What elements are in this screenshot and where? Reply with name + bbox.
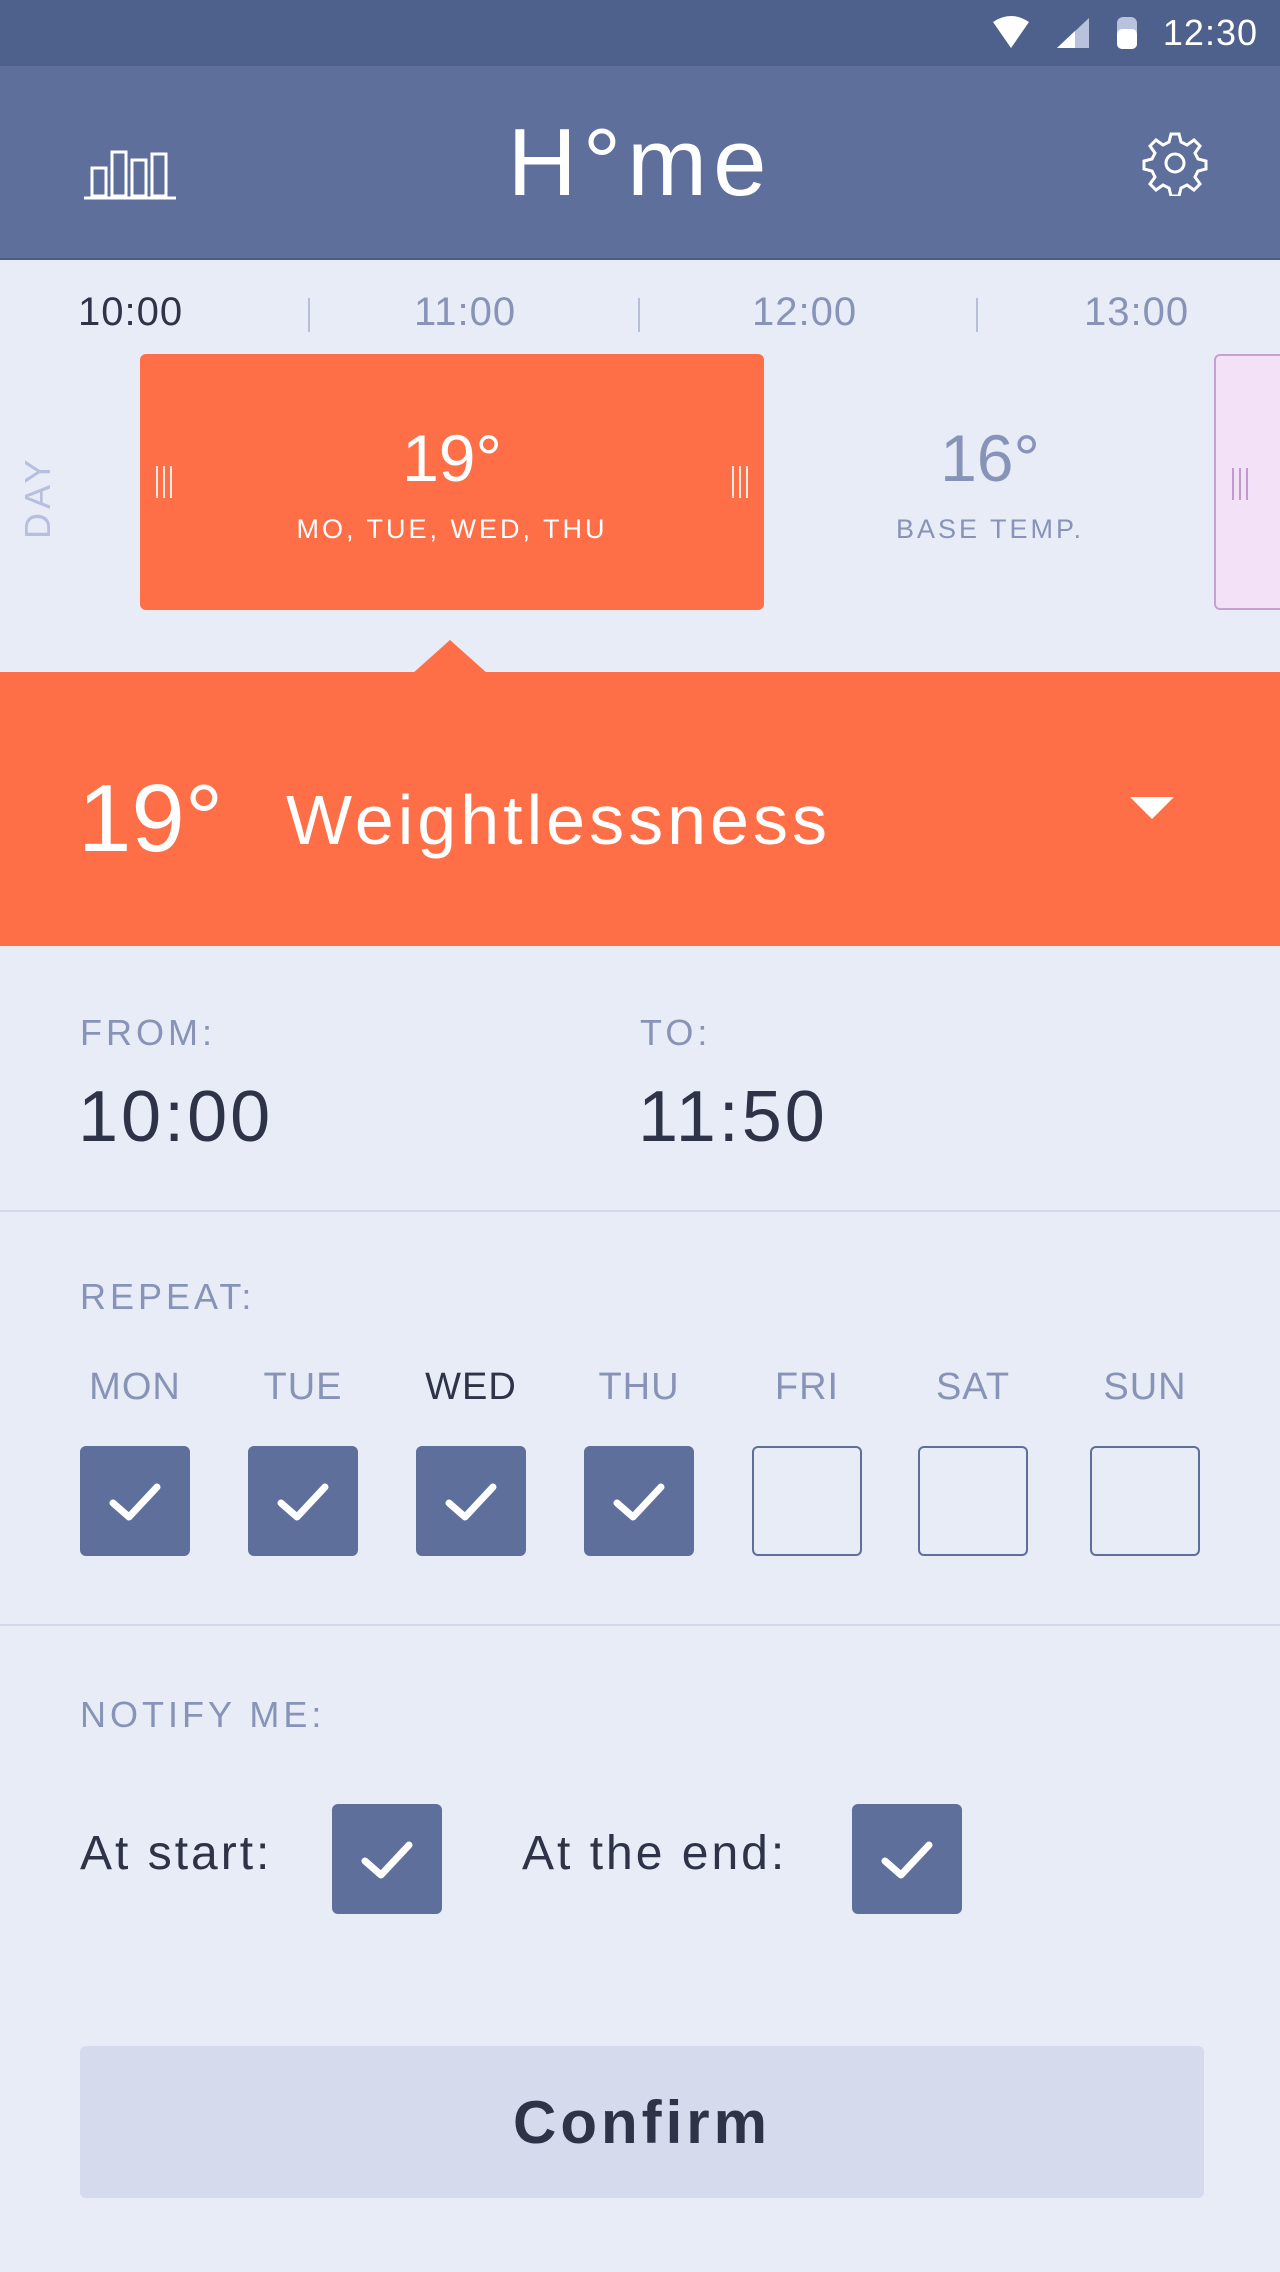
wifi-icon [992,16,1029,48]
day-name: TUE [263,1366,343,1408]
gear-icon [1142,132,1208,198]
check-icon [361,1841,413,1879]
selected-temperature: 19° [78,765,224,872]
day-name: THU [598,1366,680,1408]
selected-preset-name: Weightlessness [286,781,831,859]
drag-handle-right[interactable] [732,466,748,498]
checkbox-thu[interactable] [584,1446,694,1556]
at-start-checkbox-wrap [332,1804,442,1914]
to-time-field[interactable]: 11:50 [638,1076,828,1158]
day-name: FRI [774,1366,840,1408]
at-end-checkbox[interactable] [852,1804,962,1914]
check-icon [881,1841,933,1879]
status-bar: 12:30 [0,0,1280,66]
day-mon: MON [80,1366,190,1556]
timeline-tick: 10:00 [78,290,184,334]
block-days: MO, TUE, WED, THU [296,514,608,544]
check-icon [109,1483,161,1521]
day-fri: FRI [752,1366,862,1556]
block-temperature: 19° [402,421,502,495]
at-end-label: At the end: [522,1827,788,1880]
day-name: MON [89,1366,181,1408]
day-name: SUN [1103,1366,1187,1408]
repeat-label: REPEAT: [80,1276,256,1317]
checkbox-tue[interactable] [248,1446,358,1556]
day-sun: SUN [1090,1366,1200,1556]
from-time-field[interactable]: 10:00 [78,1076,273,1158]
caret-down-icon [1130,797,1174,819]
app-title: H°me [507,109,773,216]
tick-separator [976,298,978,332]
day-row-label: DAY [17,455,58,539]
checkbox-sat[interactable] [918,1446,1028,1556]
drag-handle-left[interactable] [1232,468,1248,500]
day-thu: THU [584,1366,694,1556]
check-icon [277,1483,329,1521]
schedule-block-active[interactable]: 19° MO, TUE, WED, THU [140,354,764,610]
confirm-button[interactable]: Confirm [80,2046,1204,2198]
from-label: FROM: [80,1012,216,1053]
notify-label: NOTIFY ME: [80,1694,326,1735]
at-end-checkbox-wrap [852,1804,962,1914]
day-wed: WED [416,1366,526,1556]
timeline[interactable]: 10:00 11:00 12:00 13:00 DAY 19° MO, TUE,… [0,262,1280,672]
checkbox-mon[interactable] [80,1446,190,1556]
app-bar: H°me [0,66,1280,260]
timeline-tick: 13:00 [1084,290,1190,334]
battery-icon [1116,17,1137,49]
tick-separator [638,298,640,332]
preset-dropdown-button[interactable] [1120,776,1184,840]
at-start-checkbox[interactable] [332,1804,442,1914]
tick-separator [308,298,310,332]
checkbox-sun[interactable] [1090,1446,1200,1556]
check-icon [613,1483,665,1521]
day-tue: TUE [248,1366,358,1556]
settings-button[interactable] [1142,130,1208,198]
to-label: TO: [640,1012,712,1053]
check-icon [445,1483,497,1521]
timeline-tick: 11:00 [414,290,517,334]
at-start-label: At start: [80,1827,273,1880]
base-temperature-label: BASE TEMP. [895,514,1085,544]
timeline-tick: 12:00 [752,290,858,334]
day-name: SAT [935,1366,1011,1408]
base-temperature-block[interactable]: 16° BASE TEMP. [840,354,1140,610]
schedule-block-next[interactable] [1214,354,1280,610]
day-sat: SAT [918,1366,1028,1556]
checkbox-wed[interactable] [416,1446,526,1556]
divider [0,1210,1280,1212]
day-name: WED [425,1366,517,1408]
signal-icon [1056,18,1089,48]
checkbox-fri[interactable] [752,1446,862,1556]
divider [0,1624,1280,1626]
base-temperature: 16° [940,421,1040,495]
selection-pointer [412,640,488,674]
status-time: 12:30 [1162,12,1258,53]
selected-period-bar[interactable]: 19° Weightlessness [0,672,1280,946]
